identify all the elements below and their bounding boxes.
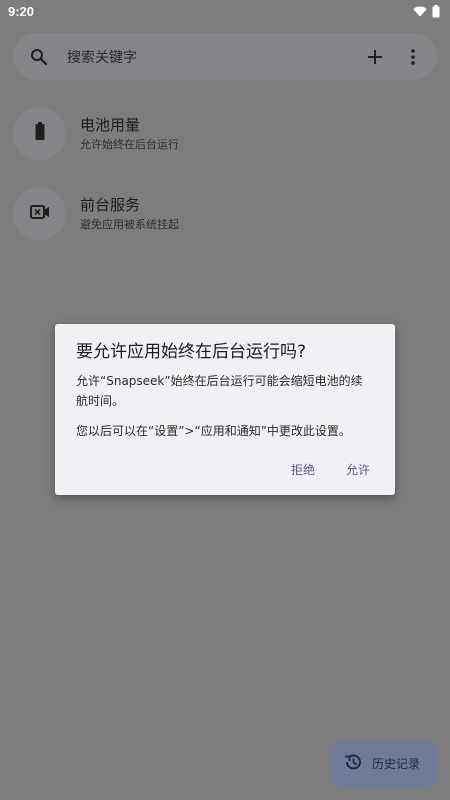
battery-icon [432, 4, 440, 18]
dialog-actions: 拒绝 允许 [291, 461, 370, 478]
status-bar: 9:20 [0, 0, 450, 22]
status-icons [413, 4, 440, 18]
feature-title: 前台服务 [80, 195, 141, 214]
search-actions [363, 45, 425, 69]
dialog-title: 要允许应用始终在后台运行吗? [76, 342, 307, 362]
feature-text: 前台服务 避免应用被系统挂起 [80, 195, 179, 232]
feature-text: 电池用量 允许始终在后台运行 [80, 115, 179, 152]
history-icon [344, 753, 362, 775]
search-input[interactable]: 搜索关键字 [67, 47, 363, 67]
history-fab[interactable]: 历史记录 [329, 740, 437, 787]
deny-button[interactable]: 拒绝 [291, 461, 315, 478]
battery-icon [35, 122, 45, 144]
feature-description: 避免应用被系统挂起 [80, 217, 179, 231]
feature-icon-circle [13, 186, 66, 240]
feature-icon-circle [13, 106, 66, 160]
feature-item-battery[interactable]: 电池用量 允许始终在后台运行 [13, 105, 433, 161]
dialog-message-secondary: 您以后可以在“设置”>“应用和通知”中更改此设置。 [76, 424, 351, 438]
wifi-icon [413, 6, 427, 17]
fab-label: 历史记录 [372, 757, 421, 771]
add-icon[interactable] [363, 45, 387, 69]
feature-description: 允许始终在后台运行 [80, 137, 179, 151]
permission-dialog: 要允许应用始终在后台运行吗? 允许“Snapseek”始终在后台运行可能会缩短电… [55, 324, 395, 495]
more-vert-icon[interactable] [401, 45, 425, 69]
video-icon [29, 204, 50, 223]
allow-button[interactable]: 允许 [346, 461, 370, 478]
feature-title: 电池用量 [80, 115, 141, 134]
dialog-message: 允许“Snapseek”始终在后台运行可能会缩短电池的续航时间。 [76, 374, 363, 408]
feature-item-foreground-service[interactable]: 前台服务 避免应用被系统挂起 [13, 185, 433, 241]
search-icon[interactable] [27, 45, 51, 69]
search-bar[interactable]: 搜索关键字 [13, 33, 437, 80]
status-time: 9:20 [8, 3, 35, 19]
